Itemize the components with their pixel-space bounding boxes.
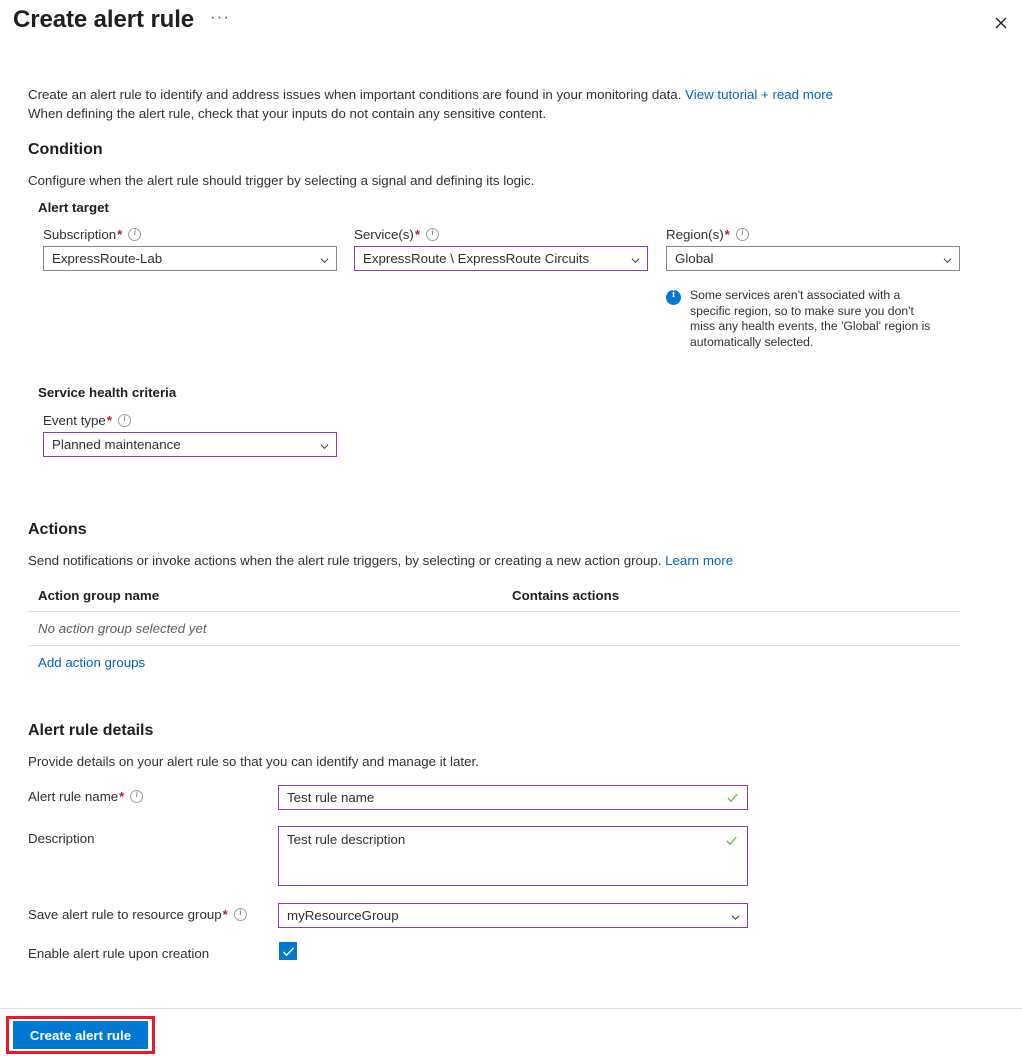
event-type-value: Planned maintenance: [52, 437, 181, 452]
intro-text: Create an alert rule to identify and add…: [28, 85, 968, 123]
alert-rule-details-description: Provide details on your alert rule so th…: [28, 754, 479, 769]
page-title: Create alert rule: [13, 6, 195, 33]
empty-state-text: No action group selected yet: [38, 621, 207, 636]
actions-heading: Actions: [28, 521, 87, 538]
table-header-row: Action group name Contains actions: [28, 586, 960, 612]
resource-group-value: myResourceGroup: [287, 908, 399, 923]
alert-rule-name-label: Alert rule name*: [28, 789, 144, 804]
chevron-down-icon: [731, 913, 740, 922]
alert-target-heading: Alert target: [38, 200, 109, 215]
column-header-contains-actions: Contains actions: [512, 588, 620, 603]
valid-check-icon: [726, 791, 739, 804]
create-alert-rule-button[interactable]: Create alert rule: [13, 1021, 148, 1049]
table-row: No action group selected yet: [28, 612, 960, 646]
description-value: Test rule description: [287, 832, 406, 847]
region-info-callout: Some services aren't associated with a s…: [666, 288, 940, 350]
subscription-value: ExpressRoute-Lab: [52, 251, 163, 266]
add-action-groups-link[interactable]: Add action groups: [38, 655, 145, 670]
event-type-label: Event type*: [43, 413, 132, 428]
regions-dropdown[interactable]: Global: [666, 246, 960, 271]
regions-value: Global: [675, 251, 714, 266]
action-groups-table: Action group name Contains actions No ac…: [28, 586, 960, 646]
info-icon[interactable]: [426, 227, 440, 241]
actions-description: Send notifications or invoke actions whe…: [28, 553, 734, 568]
chevron-down-icon: [631, 256, 640, 265]
subscription-label: Subscription*: [43, 227, 142, 242]
condition-description: Configure when the alert rule should tri…: [28, 173, 535, 188]
close-icon[interactable]: [987, 9, 1015, 37]
intro-line-1: Create an alert rule to identify and add…: [28, 87, 682, 102]
region-info-text: Some services aren't associated with a s…: [690, 288, 931, 349]
enable-alert-rule-checkbox[interactable]: [279, 942, 297, 960]
info-icon[interactable]: [735, 227, 749, 241]
regions-label: Region(s)*: [666, 227, 749, 242]
info-icon[interactable]: [233, 907, 247, 921]
description-textarea[interactable]: Test rule description: [278, 826, 748, 886]
subscription-dropdown[interactable]: ExpressRoute-Lab: [43, 246, 337, 271]
services-label: Service(s)*: [354, 227, 440, 242]
view-tutorial-link[interactable]: View tutorial + read more: [685, 87, 833, 102]
column-header-action-group-name: Action group name: [38, 588, 160, 603]
resource-group-dropdown[interactable]: myResourceGroup: [278, 903, 748, 928]
intro-line-2: When defining the alert rule, check that…: [28, 106, 547, 121]
learn-more-link[interactable]: Learn more: [665, 553, 733, 568]
service-health-criteria-heading: Service health criteria: [38, 385, 177, 400]
services-dropdown[interactable]: ExpressRoute \ ExpressRoute Circuits: [354, 246, 648, 271]
info-filled-icon: [666, 289, 681, 305]
alert-rule-name-value: Test rule name: [287, 790, 375, 805]
dialog-header: Create alert rule ···: [0, 0, 1022, 48]
info-icon[interactable]: [118, 413, 132, 427]
alert-rule-name-input[interactable]: Test rule name: [278, 785, 748, 810]
chevron-down-icon: [943, 256, 952, 265]
enable-alert-rule-label: Enable alert rule upon creation: [28, 946, 210, 961]
valid-check-icon: [725, 834, 738, 847]
info-icon[interactable]: [130, 789, 144, 803]
description-label: Description: [28, 831, 95, 846]
event-type-dropdown[interactable]: Planned maintenance: [43, 432, 337, 457]
chevron-down-icon: [320, 442, 329, 451]
resource-group-label: Save alert rule to resource group*: [28, 907, 247, 922]
chevron-down-icon: [320, 256, 329, 265]
info-icon[interactable]: [128, 227, 142, 241]
alert-rule-details-heading: Alert rule details: [28, 722, 154, 739]
condition-heading: Condition: [28, 141, 103, 158]
more-options-icon[interactable]: ···: [209, 8, 231, 34]
footer-divider: [0, 1008, 1022, 1009]
services-value: ExpressRoute \ ExpressRoute Circuits: [363, 251, 590, 266]
